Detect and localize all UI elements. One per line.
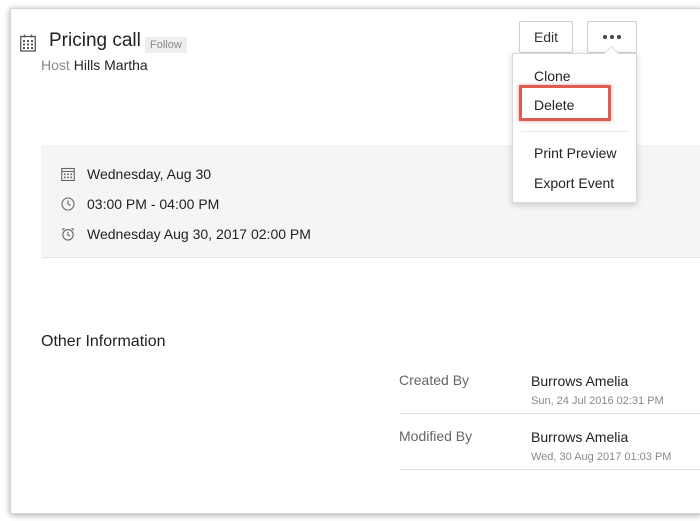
created-by-row: Created By Burrows Amelia Sun, 24 Jul 20… [399,357,700,414]
calendar-grid-icon [20,34,36,52]
event-detail-panel: Pricing call Follow Host Hills Martha Edi… [10,8,700,514]
event-time-separator: - [146,196,160,212]
event-time-end: 04:00 PM [159,196,220,212]
modified-by-label: Modified By [399,428,473,444]
menu-divider [521,131,628,132]
created-by-time: Sun, 24 Jul 2016 02:31 PM [531,395,664,407]
host-row: Host Hills Martha [41,57,148,73]
alarm-clock-icon [61,227,75,241]
screen: Pricing call Follow Host Hills Martha Edi… [0,0,700,521]
event-title: Pricing call [49,30,141,51]
menu-item-print-preview[interactable]: Print Preview [534,145,616,161]
event-time-start: 03:00 PM [87,196,147,212]
created-by-label: Created By [399,372,470,388]
clock-icon [61,197,75,211]
modified-by-row: Modified By Burrows Amelia Wed, 30 Aug 2… [399,413,700,470]
more-horizontal-icon [603,35,621,39]
event-date-row: Wednesday, Aug 30 [61,166,211,182]
host-name[interactable]: Hills Martha [74,57,148,73]
edit-button[interactable]: Edit [519,21,573,53]
delete-highlight-box [519,85,611,121]
menu-item-export-event[interactable]: Export Event [534,175,614,191]
modified-by-time: Wed, 30 Aug 2017 01:03 PM [531,451,672,463]
event-date: Wednesday, Aug 30 [87,166,212,182]
host-label: Host [41,57,70,73]
menu-item-clone[interactable]: Clone [534,68,571,84]
more-options-menu: Clone Delete Print Preview Export Event [512,45,637,203]
event-reminder-row: Wednesday Aug 30, 2017 02:00 PM [61,226,311,242]
modified-by-name[interactable]: Burrows Amelia [531,429,628,445]
other-information-heading: Other Information [41,333,166,350]
event-reminder: Wednesday Aug 30, 2017 02:00 PM [87,226,311,242]
calendar-icon [61,167,75,181]
follow-button[interactable]: Follow [145,37,187,53]
created-by-name[interactable]: Burrows Amelia [531,373,628,389]
event-time-row: 03:00 PM - 04:00 PM [61,196,219,212]
